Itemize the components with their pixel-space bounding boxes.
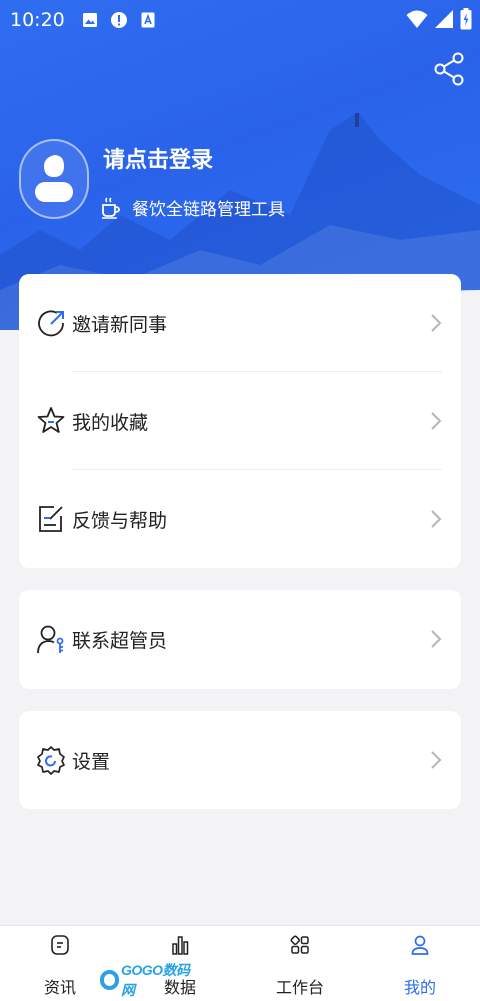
share-icon[interactable] bbox=[434, 52, 466, 86]
menu-item-settings[interactable]: 设置 bbox=[19, 711, 461, 809]
coffee-cup-icon bbox=[102, 196, 120, 219]
menu-item-favorites[interactable]: 我的收藏 bbox=[19, 372, 461, 470]
image-notification-icon bbox=[79, 9, 101, 31]
tab-mine-label: 我的 bbox=[403, 978, 436, 997]
menu-item-feedback-label: 反馈与帮助 bbox=[72, 509, 168, 532]
chevron-right-icon bbox=[431, 630, 442, 648]
feedback-icon bbox=[39, 506, 63, 532]
watermark-logo: GOGO数码网 bbox=[100, 962, 196, 998]
menu-card-primary: 邀请新同事 我的收藏 反馈与帮助 bbox=[19, 274, 461, 568]
news-icon bbox=[51, 935, 69, 955]
menu-item-invite-label: 邀请新同事 bbox=[72, 313, 168, 336]
wifi-icon bbox=[406, 9, 428, 33]
menu-item-contact-admin-label: 联系超管员 bbox=[72, 629, 168, 652]
chevron-right-icon bbox=[431, 412, 442, 430]
tab-workbench[interactable]: 工作台 bbox=[240, 926, 360, 1001]
invite-icon bbox=[38, 310, 64, 337]
chevron-right-icon bbox=[431, 510, 442, 528]
menu-card-admin: 联系超管员 bbox=[19, 590, 461, 689]
admin-contact-icon bbox=[37, 625, 64, 654]
bar-chart-icon bbox=[172, 936, 189, 955]
signal-icon bbox=[434, 9, 454, 33]
user-avatar-icon bbox=[35, 155, 73, 202]
chevron-right-icon bbox=[431, 314, 442, 332]
settings-gear-icon bbox=[37, 746, 65, 775]
grid-apps-icon bbox=[290, 935, 309, 954]
menu-item-favorites-label: 我的收藏 bbox=[72, 411, 149, 434]
watermark-text: GOGO数码网 bbox=[120, 962, 190, 998]
tagline: 餐饮全链路管理工具 bbox=[101, 195, 285, 220]
star-icon bbox=[37, 407, 65, 433]
tab-mine[interactable]: 我的 bbox=[360, 926, 480, 1001]
status-bar: 10:20 bbox=[0, 0, 480, 40]
chevron-right-icon bbox=[431, 751, 442, 769]
avatar[interactable] bbox=[19, 139, 89, 219]
menu-item-contact-admin[interactable]: 联系超管员 bbox=[19, 590, 461, 688]
status-time: 10:20 bbox=[10, 9, 65, 31]
tagline-text: 餐饮全链路管理工具 bbox=[132, 200, 285, 220]
person-icon bbox=[411, 935, 429, 955]
menu-item-settings-label: 设置 bbox=[72, 750, 111, 773]
tab-workbench-label: 工作台 bbox=[275, 978, 324, 997]
menu-item-feedback[interactable]: 反馈与帮助 bbox=[19, 470, 461, 568]
app-notification-icon bbox=[137, 9, 159, 31]
battery-icon bbox=[460, 8, 472, 34]
login-prompt[interactable]: 请点击登录 bbox=[103, 142, 213, 174]
alert-notification-icon bbox=[108, 9, 130, 31]
bottom-tab-bar: 资讯 数据 工作台 我的 bbox=[0, 925, 480, 1001]
watermark-circle-icon bbox=[100, 970, 119, 990]
menu-card-settings: 设置 bbox=[19, 711, 461, 809]
menu-item-invite[interactable]: 邀请新同事 bbox=[19, 274, 461, 372]
